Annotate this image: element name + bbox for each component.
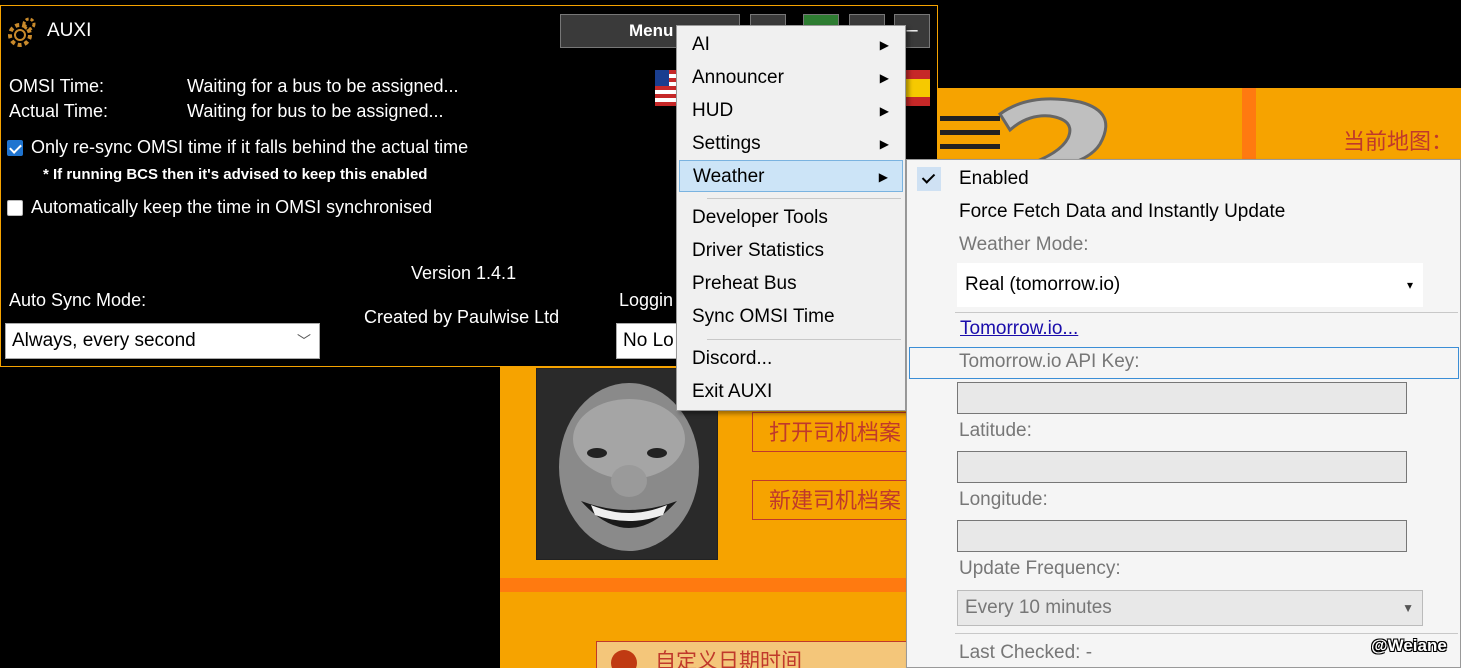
resync-option-label[interactable]: Only re-sync OMSI time if it falls behin… bbox=[31, 137, 468, 158]
dropdown-arrow-icon: ▾ bbox=[1406, 278, 1413, 292]
menu-item-exit-auxi[interactable]: Exit AUXI bbox=[679, 376, 903, 408]
record-dot-icon bbox=[611, 650, 637, 668]
menu-item-sync-omsi-time[interactable]: Sync OMSI Time bbox=[679, 301, 903, 333]
submenu-arrow-icon: ▶ bbox=[879, 71, 889, 85]
menu-item-weather[interactable]: Weather ▶ bbox=[679, 160, 903, 192]
omsi-time-value: Waiting for a bus to be assigned... bbox=[187, 76, 459, 96]
submenu-arrow-icon: ▶ bbox=[879, 137, 889, 151]
longitude-label: Longitude: bbox=[959, 489, 1048, 510]
menu-item-label: Weather bbox=[693, 166, 765, 187]
auto-sync-checkbox[interactable] bbox=[7, 200, 23, 216]
menu-item-settings[interactable]: Settings ▶ bbox=[679, 128, 903, 160]
menu-item-label: Driver Statistics bbox=[692, 240, 824, 261]
force-fetch-item[interactable]: Force Fetch Data and Instantly Update bbox=[959, 201, 1285, 223]
weather-enabled-item[interactable]: Enabled bbox=[959, 168, 1029, 190]
latitude-input[interactable] bbox=[957, 451, 1407, 483]
submenu-arrow-icon: ▶ bbox=[878, 170, 888, 184]
dropdown-arrow-icon: ▼ bbox=[1402, 601, 1414, 615]
menu-separator bbox=[707, 339, 901, 340]
main-menu: AI ▶ Announcer ▶ HUD ▶ Settings ▶ Weathe… bbox=[676, 25, 906, 411]
bcs-note: * If running BCS then it's advised to ke… bbox=[43, 166, 428, 183]
menu-separator bbox=[955, 633, 1458, 634]
menu-item-label: Exit AUXI bbox=[692, 381, 773, 402]
latitude-label: Latitude: bbox=[959, 420, 1032, 441]
api-key-input[interactable] bbox=[957, 382, 1407, 414]
menu-item-label: AI bbox=[692, 34, 710, 55]
menu-item-label: Announcer bbox=[692, 67, 784, 88]
created-by-label: Created by Paulwise Ltd bbox=[364, 307, 560, 327]
current-map-label: 当前地图： bbox=[1342, 129, 1453, 154]
spain-flag-icon[interactable] bbox=[906, 70, 930, 106]
submenu-arrow-icon: ▶ bbox=[879, 38, 889, 52]
menu-separator bbox=[955, 312, 1458, 313]
weather-submenu: Enabled Force Fetch Data and Instantly U… bbox=[906, 159, 1461, 668]
menu-item-preheat-bus[interactable]: Preheat Bus bbox=[679, 268, 903, 300]
window-title: AUXI bbox=[47, 20, 92, 41]
logging-value: No Lo bbox=[623, 330, 674, 351]
update-frequency-select[interactable]: Every 10 minutes ▼ bbox=[957, 590, 1423, 626]
auto-sync-option-label[interactable]: Automatically keep the time in OMSI sync… bbox=[31, 197, 432, 218]
us-flag-icon[interactable] bbox=[655, 70, 677, 106]
menu-item-label: HUD bbox=[692, 100, 734, 121]
update-frequency-label: Update Frequency: bbox=[959, 558, 1121, 579]
longitude-input[interactable] bbox=[957, 520, 1407, 552]
watermark: @Weiane bbox=[1371, 636, 1447, 655]
menu-item-label: Sync OMSI Time bbox=[692, 306, 835, 327]
update-frequency-value: Every 10 minutes bbox=[965, 597, 1112, 618]
weather-mode-select[interactable]: Real (tomorrow.io) ▾ bbox=[957, 263, 1423, 307]
custom-datetime-label: 自定义日期时间 bbox=[655, 650, 802, 668]
last-checked-label: Last Checked: - bbox=[959, 642, 1093, 663]
actual-time-value: Waiting for bus to be assigned... bbox=[187, 101, 444, 121]
menu-separator bbox=[707, 198, 901, 199]
logging-label: Loggin bbox=[619, 290, 674, 310]
resync-checkbox[interactable] bbox=[7, 140, 23, 156]
actual-time-label: Actual Time: bbox=[9, 101, 109, 121]
menu-item-developer-tools[interactable]: Developer Tools bbox=[679, 202, 903, 234]
tomorrow-io-link[interactable]: Tomorrow.io... bbox=[960, 318, 1078, 340]
custom-datetime-button[interactable]: 自定义日期时间 bbox=[596, 641, 916, 668]
decorative-stripe bbox=[1242, 88, 1256, 163]
menu-item-label: Preheat Bus bbox=[692, 273, 797, 294]
version-label: Version 1.4.1 bbox=[411, 263, 517, 283]
menu-item-label: Developer Tools bbox=[692, 207, 828, 228]
auto-sync-mode-label: Auto Sync Mode: bbox=[9, 290, 147, 310]
app-logo-icon bbox=[940, 97, 1108, 166]
auto-sync-mode-value: Always, every second bbox=[12, 330, 196, 351]
menu-item-announcer[interactable]: Announcer ▶ bbox=[679, 62, 903, 94]
weather-mode-value: Real (tomorrow.io) bbox=[965, 274, 1121, 295]
auto-sync-mode-select[interactable]: Always, every second ﹀ bbox=[5, 323, 320, 359]
api-key-label: Tomorrow.io API Key: bbox=[959, 351, 1140, 372]
chevron-down-icon: ﹀ bbox=[297, 333, 311, 349]
menu-item-discord[interactable]: Discord... bbox=[679, 343, 903, 375]
menu-item-ai[interactable]: AI ▶ bbox=[679, 29, 903, 61]
gear-logo-icon bbox=[8, 17, 36, 47]
omsi-time-label: OMSI Time: bbox=[9, 76, 105, 96]
menu-item-label: Settings bbox=[692, 133, 761, 154]
submenu-arrow-icon: ▶ bbox=[879, 104, 889, 118]
weather-mode-label: Weather Mode: bbox=[959, 234, 1089, 255]
check-icon bbox=[917, 167, 941, 191]
menu-item-hud[interactable]: HUD ▶ bbox=[679, 95, 903, 127]
menu-item-driver-statistics[interactable]: Driver Statistics bbox=[679, 235, 903, 267]
menu-item-label: Discord... bbox=[692, 348, 773, 369]
